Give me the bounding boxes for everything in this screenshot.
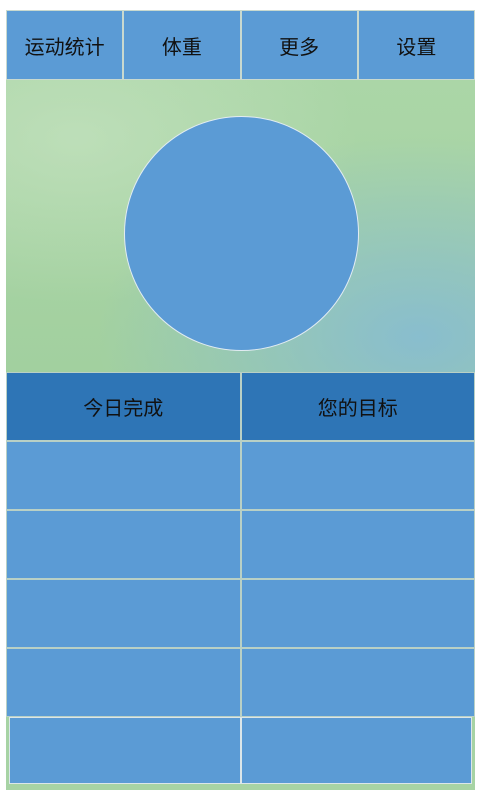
table-cell-goal bbox=[240, 579, 475, 648]
tab-settings[interactable]: 设置 bbox=[357, 10, 475, 80]
table-cell-today bbox=[6, 648, 241, 717]
table-cell-today bbox=[6, 579, 241, 648]
table-header-row: 今日完成 您的目标 bbox=[6, 372, 475, 441]
table-row bbox=[6, 717, 475, 786]
progress-circle[interactable] bbox=[124, 116, 359, 351]
tab-exercise-stats[interactable]: 运动统计 bbox=[6, 10, 124, 80]
top-tab-bar: 运动统计 体重 更多 设置 bbox=[6, 10, 475, 80]
table-row bbox=[6, 510, 475, 579]
table-row bbox=[6, 579, 475, 648]
table-row bbox=[6, 648, 475, 717]
table-cell-goal bbox=[240, 648, 475, 717]
table-cell-today bbox=[6, 510, 241, 579]
hero-panel bbox=[6, 80, 475, 372]
table-cell-goal bbox=[240, 510, 475, 579]
table-cell-goal bbox=[240, 717, 472, 784]
table-cell-goal bbox=[240, 441, 475, 510]
table-row bbox=[6, 441, 475, 510]
tab-weight[interactable]: 体重 bbox=[123, 10, 241, 80]
tab-more[interactable]: 更多 bbox=[240, 10, 358, 80]
header-today-done: 今日完成 bbox=[6, 372, 241, 441]
table-cell-today bbox=[9, 717, 241, 784]
stats-table: 今日完成 您的目标 bbox=[6, 372, 475, 790]
table-cell-today bbox=[6, 441, 241, 510]
app-frame: 运动统计 体重 更多 设置 今日完成 您的目标 bbox=[6, 10, 475, 790]
header-your-goal: 您的目标 bbox=[240, 372, 475, 441]
